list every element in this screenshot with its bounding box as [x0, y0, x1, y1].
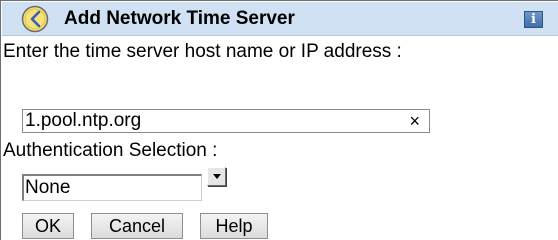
- ok-button[interactable]: OK: [22, 213, 74, 239]
- info-icon[interactable]: i: [524, 11, 543, 28]
- auth-label: Authentication Selection :: [3, 140, 218, 161]
- dialog-title: Add Network Time Server: [64, 8, 295, 29]
- host-input-value: 1.pool.ntp.org: [25, 110, 142, 131]
- dialog-titlebar: Add Network Time Server i: [2, 2, 558, 36]
- auth-select[interactable]: None: [22, 174, 202, 201]
- chevron-down-icon[interactable]: [207, 167, 226, 186]
- clear-icon[interactable]: ×: [409, 110, 420, 132]
- cancel-button[interactable]: Cancel: [91, 213, 183, 239]
- help-button[interactable]: Help: [200, 213, 268, 239]
- host-input[interactable]: 1.pool.ntp.org ×: [22, 109, 430, 133]
- add-time-server-dialog: Add Network Time Server i Enter the time…: [0, 0, 558, 240]
- host-label: Enter the time server host name or IP ad…: [3, 41, 402, 62]
- clock-icon: [21, 5, 49, 33]
